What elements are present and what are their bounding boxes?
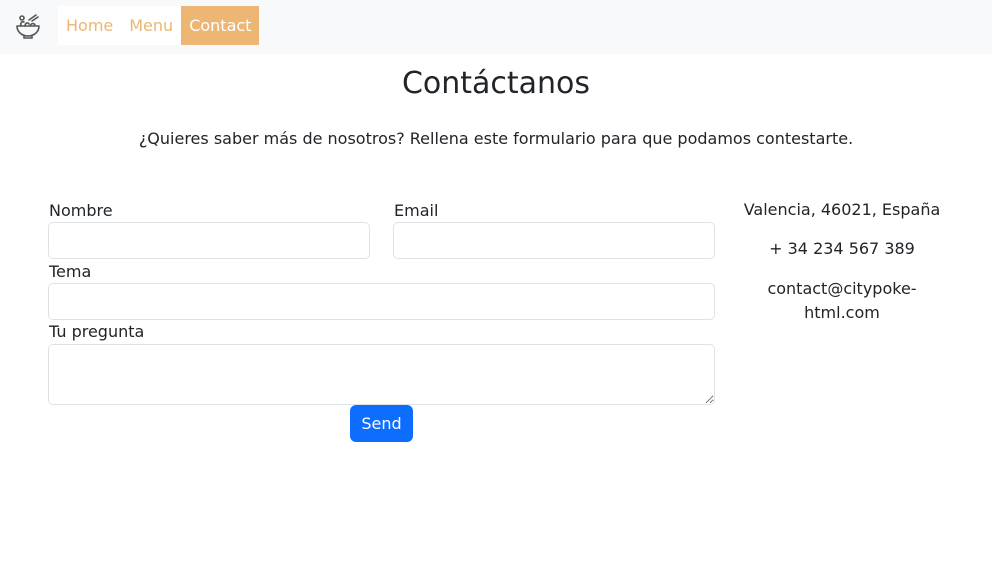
page-title: Contáctanos <box>401 66 591 101</box>
email-label: Email <box>394 201 439 220</box>
topic-input[interactable] <box>48 283 715 320</box>
contact-email-text: contact@citypoke-html.com <box>767 279 917 322</box>
nav-menu-link[interactable]: Menu <box>121 6 181 45</box>
name-label: Nombre <box>49 201 113 220</box>
nav-contact-link[interactable]: Contact <box>181 6 260 45</box>
nav-links: Home Menu Contact <box>58 6 260 45</box>
page-subtitle: ¿Quieres saber más de nosotros? Rellena … <box>138 129 854 148</box>
contact-email: contact@citypoke-html.com <box>740 277 944 325</box>
contact-phone: + 34 234 567 389 <box>769 239 915 258</box>
topic-label: Tema <box>49 262 92 281</box>
navbar: Home Menu Contact <box>0 0 992 54</box>
contact-address: Valencia, 46021, España <box>743 200 941 219</box>
nav-home-link[interactable]: Home <box>58 6 121 45</box>
salad-bowl-icon[interactable] <box>14 12 42 40</box>
question-label: Tu pregunta <box>49 322 145 341</box>
send-button[interactable]: Send <box>350 405 413 442</box>
email-input[interactable] <box>393 222 715 259</box>
question-textarea[interactable] <box>48 344 715 405</box>
name-input[interactable] <box>48 222 370 259</box>
